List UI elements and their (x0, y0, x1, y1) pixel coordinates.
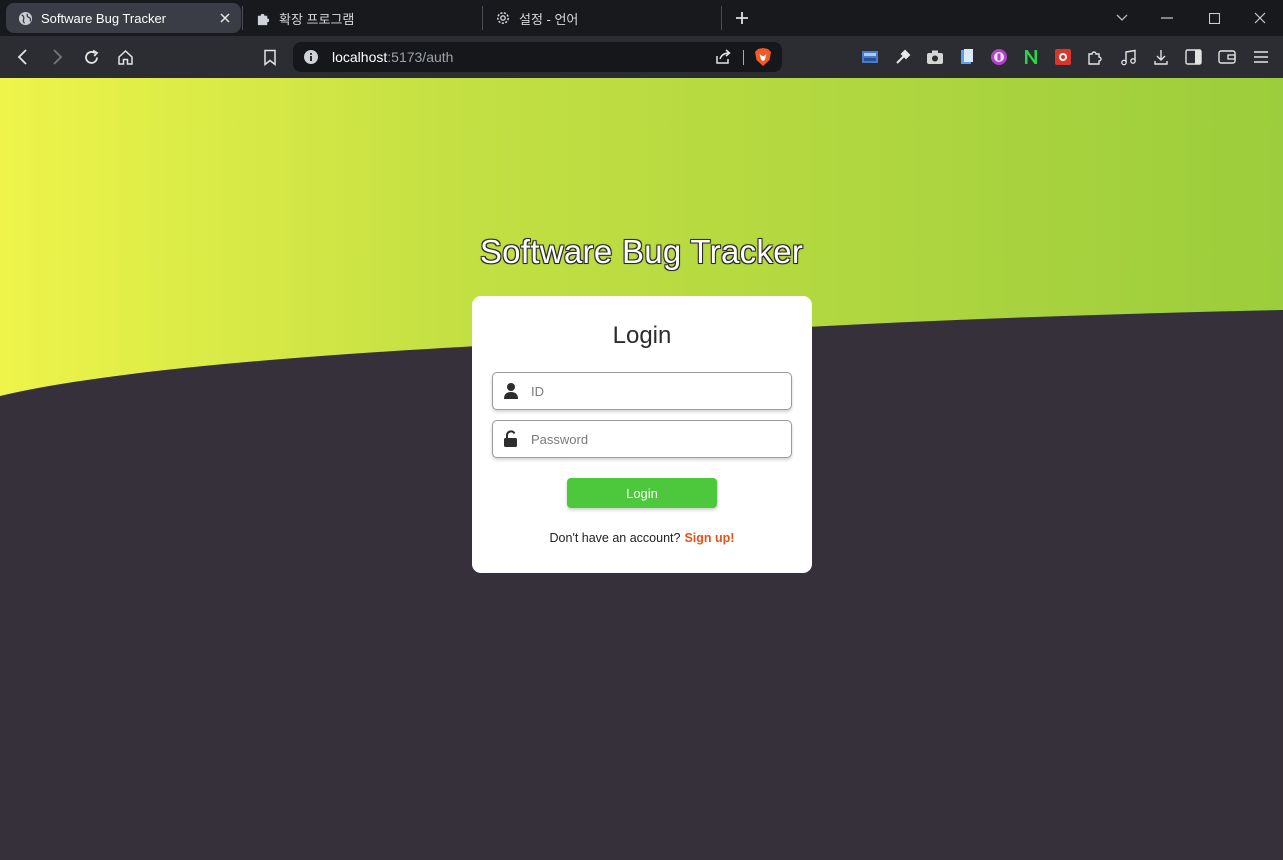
user-icon (502, 382, 520, 400)
browser-toolbar: localhost:5173/auth (0, 36, 1283, 78)
brave-shields-icon[interactable] (754, 47, 772, 67)
puzzle-icon (255, 10, 271, 26)
url-host: localhost (332, 49, 388, 65)
password-field[interactable] (492, 420, 792, 458)
tab-settings-language[interactable]: 설정 - 언어 (484, 3, 720, 33)
music-icon[interactable] (1119, 48, 1137, 66)
url-text[interactable]: localhost:5173/auth (332, 49, 453, 65)
red-extension-icon[interactable] (1054, 48, 1072, 66)
document-extension-icon[interactable] (958, 48, 976, 66)
tab-title: 확장 프로그램 (279, 11, 355, 27)
tab-extensions[interactable]: 확장 프로그램 (244, 3, 480, 33)
back-button[interactable] (11, 45, 35, 69)
video-extension-icon[interactable] (861, 48, 879, 66)
url-path: :5173/auth (387, 49, 454, 65)
tab-divider (242, 6, 243, 30)
id-input[interactable] (531, 373, 786, 409)
sidebar-toggle-icon[interactable] (1184, 48, 1202, 66)
site-info-icon[interactable] (303, 49, 319, 65)
close-window-button[interactable] (1247, 6, 1273, 30)
password-input[interactable] (531, 421, 786, 457)
unlock-icon (502, 430, 520, 448)
page-viewport: Software Bug Tracker Login Login Don't h… (0, 78, 1283, 860)
login-card: Login Login Don't have an account?Sign u… (472, 296, 812, 573)
signup-row: Don't have an account? Sign up! (472, 531, 812, 545)
new-tab-button[interactable] (731, 7, 753, 29)
download-icon[interactable] (1152, 48, 1170, 66)
gear-icon (495, 10, 511, 26)
menu-icon[interactable] (1252, 48, 1270, 66)
id-field[interactable] (492, 372, 792, 410)
forward-button[interactable] (45, 45, 69, 69)
tab-title: 설정 - 언어 (519, 11, 579, 27)
tab-search-chevron-down-icon[interactable] (1109, 6, 1135, 30)
tab-divider (721, 6, 722, 30)
address-bar[interactable]: localhost:5173/auth (293, 42, 782, 72)
bookmark-button[interactable] (258, 45, 282, 69)
reload-button[interactable] (79, 45, 103, 69)
reader-extension-icon[interactable] (990, 48, 1008, 66)
maximize-button[interactable] (1201, 6, 1227, 30)
minimize-button[interactable] (1154, 6, 1180, 30)
tab-software-bug-tracker[interactable]: Software Bug Tracker (6, 3, 241, 33)
divider (743, 50, 744, 65)
tab-divider (482, 6, 483, 30)
globe-icon (17, 10, 33, 26)
signup-prompt: Don't have an account? (549, 531, 681, 545)
camera-icon[interactable] (926, 48, 944, 66)
home-button[interactable] (113, 45, 137, 69)
app-title: Software Bug Tracker (479, 233, 804, 270)
signup-link[interactable]: Sign up! (684, 531, 734, 545)
color-picker-icon[interactable] (894, 48, 912, 66)
tab-title: Software Bug Tracker (41, 10, 166, 26)
login-button[interactable]: Login (567, 478, 717, 508)
wallet-icon[interactable] (1218, 48, 1236, 66)
extensions-puzzle-icon[interactable] (1086, 48, 1104, 66)
login-heading: Login (612, 322, 672, 349)
tab-bar: Software Bug Tracker 확장 프로그램 설정 - 언어 (0, 0, 1283, 36)
close-tab-icon[interactable] (217, 10, 233, 26)
share-icon[interactable] (714, 48, 732, 66)
n-extension-icon[interactable] (1022, 48, 1040, 66)
